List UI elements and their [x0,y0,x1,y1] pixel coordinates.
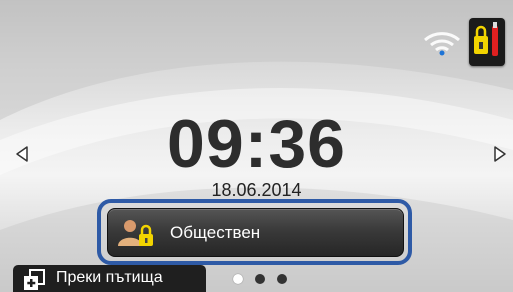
page-dot[interactable] [233,274,243,284]
user-lock-icon [118,220,153,246]
profile-label: Обществен [170,223,261,242]
arrow-right-icon[interactable] [492,145,508,163]
clock-date: 18.06.2014 [211,180,302,200]
profile-button[interactable]: Обществен [107,208,404,257]
wifi-icon [424,32,460,56]
shortcuts-tab[interactable]: Преки пътища [13,265,206,292]
shortcuts-label: Преки пътища [56,269,163,286]
page-dot[interactable] [277,274,287,284]
add-shortcut-icon [24,269,45,290]
settings-tools-button[interactable] [469,18,505,66]
settings-tools-icon [474,22,498,56]
arrow-left-icon[interactable] [14,145,30,163]
page-dot[interactable] [255,274,265,284]
home-screen: 09:36 18.06.2014 Обществен Преки пътища [0,0,513,292]
clock-time: 09:36 [167,106,346,182]
